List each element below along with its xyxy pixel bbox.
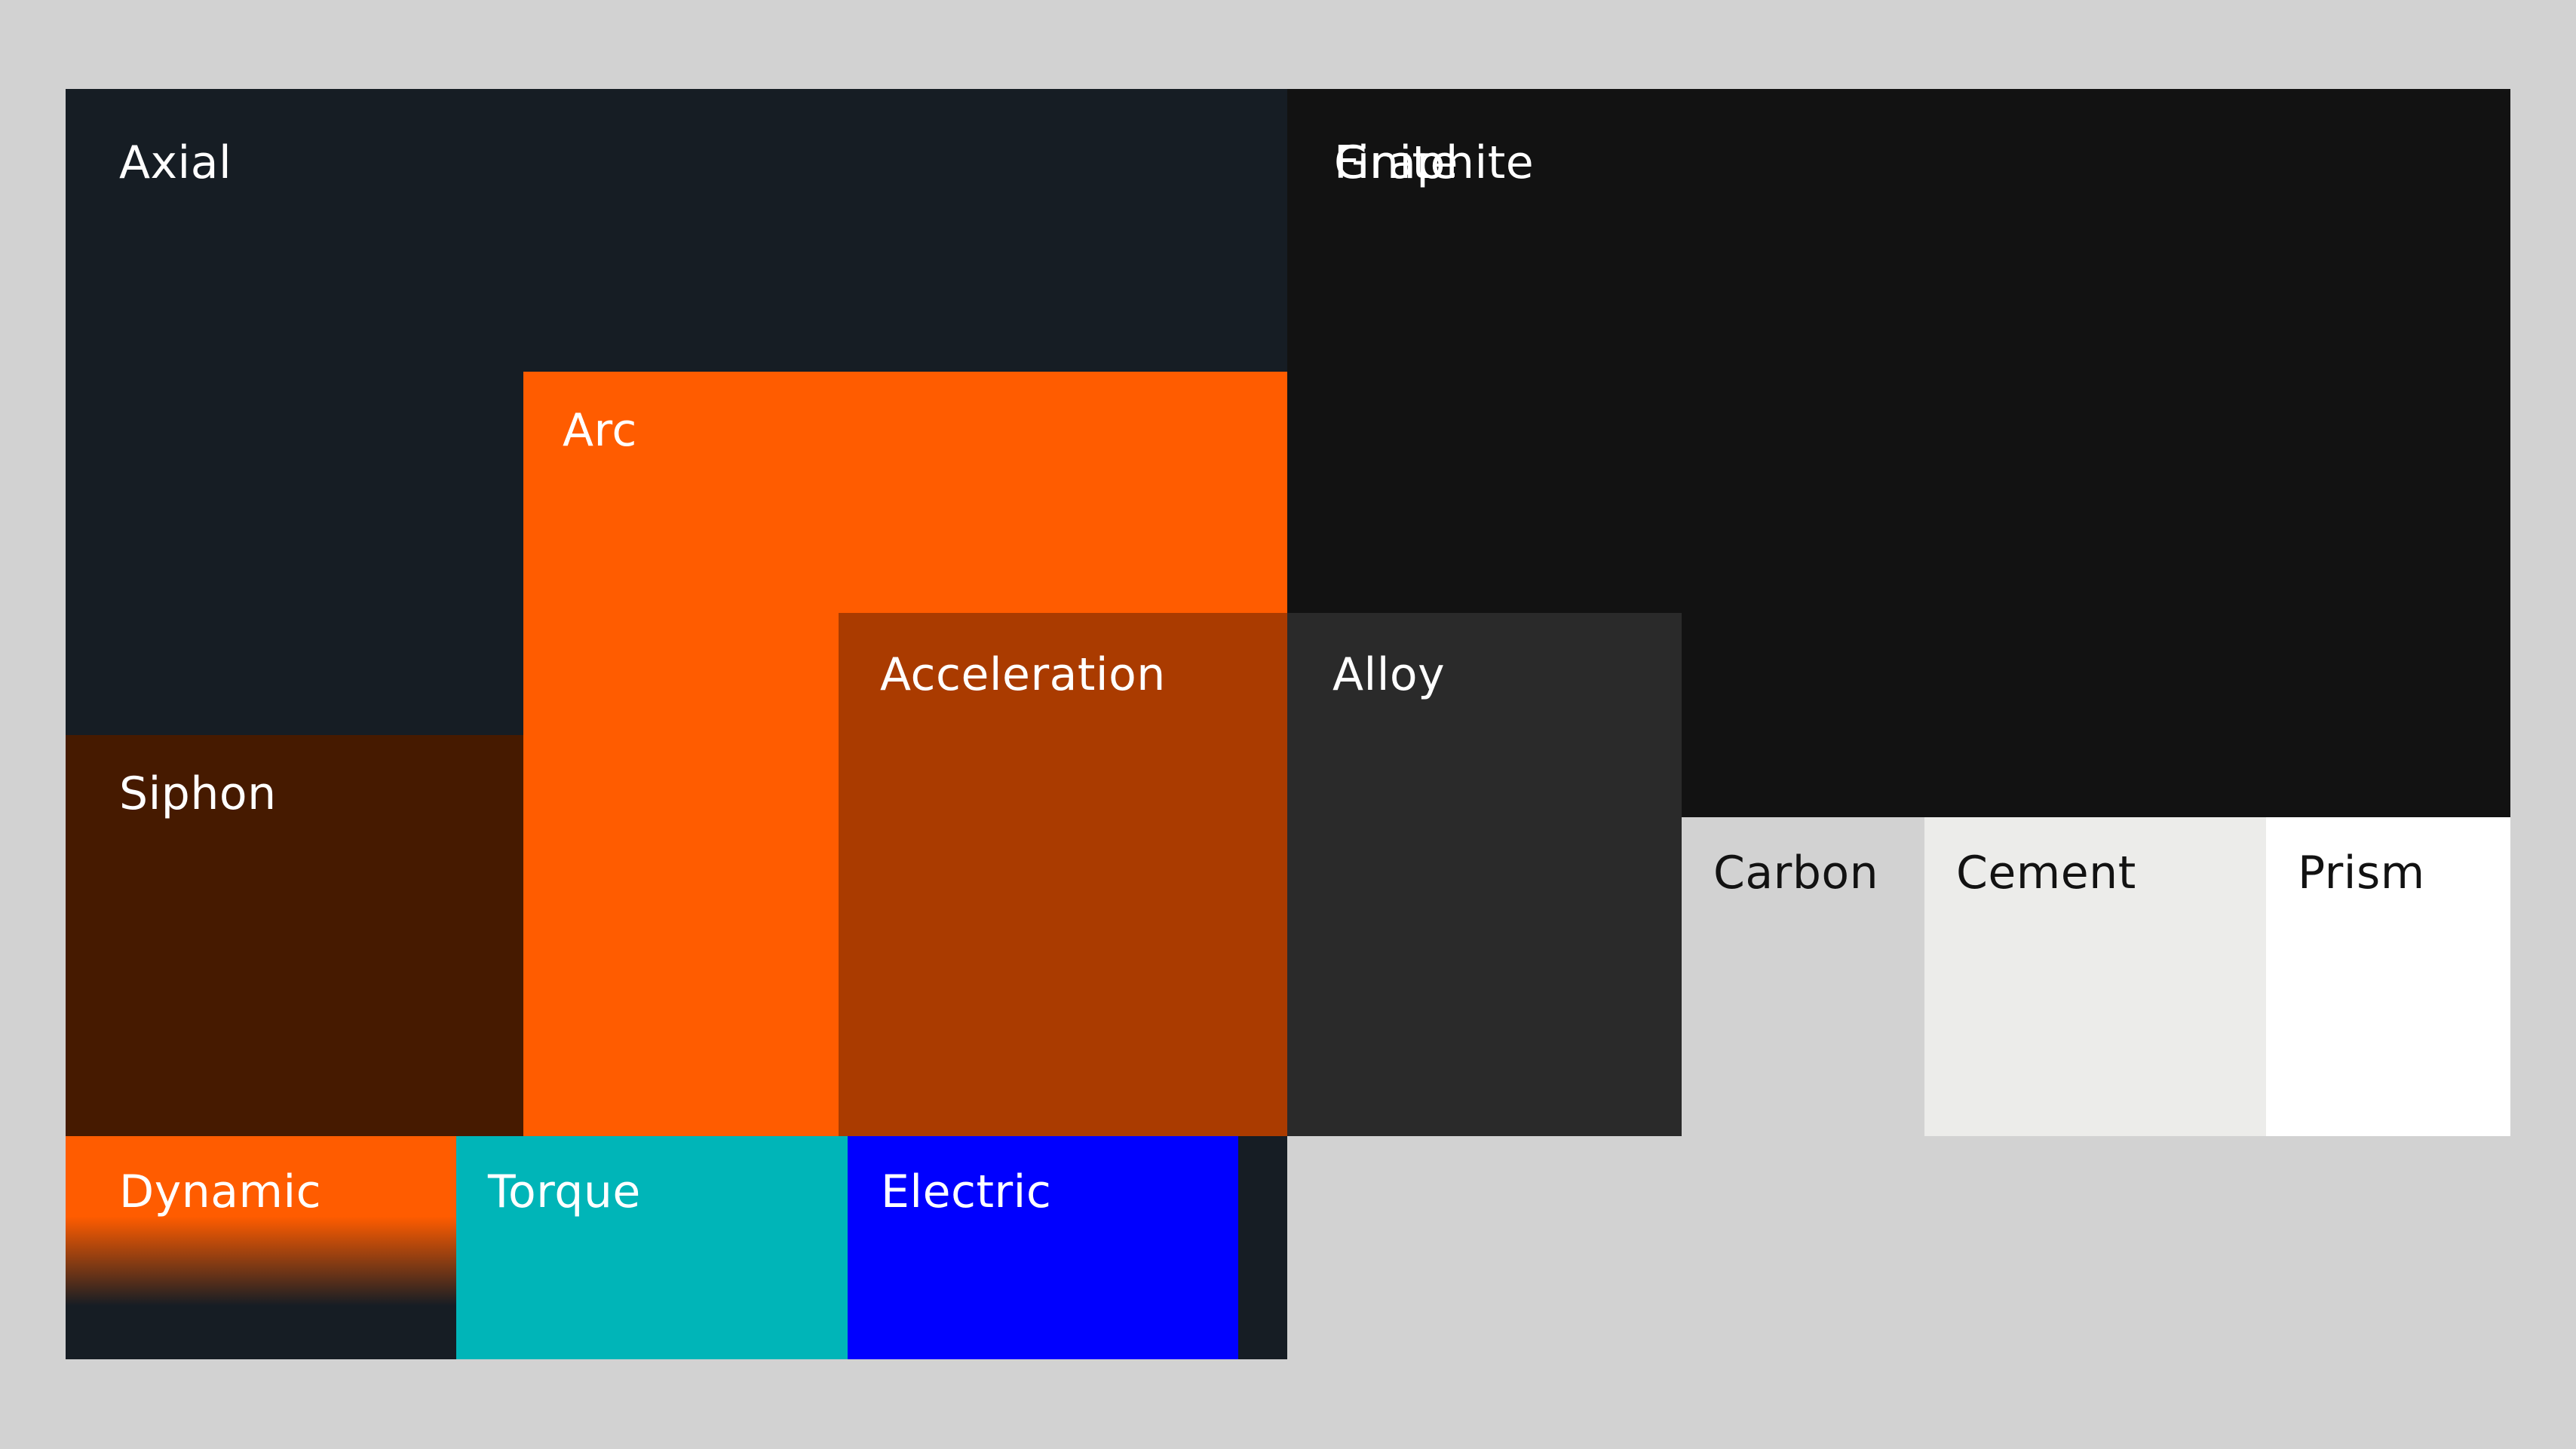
swatch-prism: Prism (2266, 817, 2510, 1136)
swatch-torque: Torque (456, 1136, 848, 1359)
swatch-dynamic: Dynamic (66, 1136, 456, 1359)
swatch-label-siphon: Siphon (119, 767, 277, 820)
swatch-label-dynamic: Dynamic (119, 1166, 322, 1218)
swatch-acceleration: Acceleration (839, 613, 1287, 1136)
swatch-alloy: Alloy (1287, 613, 1682, 1136)
swatch-siphon: Siphon (66, 735, 523, 1136)
swatch-label-acceleration: Acceleration (880, 648, 1166, 701)
swatch-carbon: Carbon (1682, 817, 1924, 1136)
swatch-label-graphite: Graphite (1334, 136, 1535, 189)
swatch-label-prism: Prism (2298, 847, 2425, 899)
color-palette-canvas: Axial Finite Graphite Arc Siphon Acceler… (0, 0, 2576, 1449)
swatch-electric: Electric (848, 1136, 1238, 1359)
swatch-label-cement: Cement (1956, 847, 2136, 899)
swatch-label-electric: Electric (881, 1166, 1052, 1218)
swatch-label-axial: Axial (119, 136, 232, 189)
swatch-label-arc: Arc (563, 404, 637, 457)
swatch-label-carbon: Carbon (1713, 847, 1879, 899)
swatch-label-torque: Torque (488, 1166, 641, 1218)
swatch-label-alloy: Alloy (1332, 648, 1446, 701)
swatch-cement: Cement (1924, 817, 2266, 1136)
